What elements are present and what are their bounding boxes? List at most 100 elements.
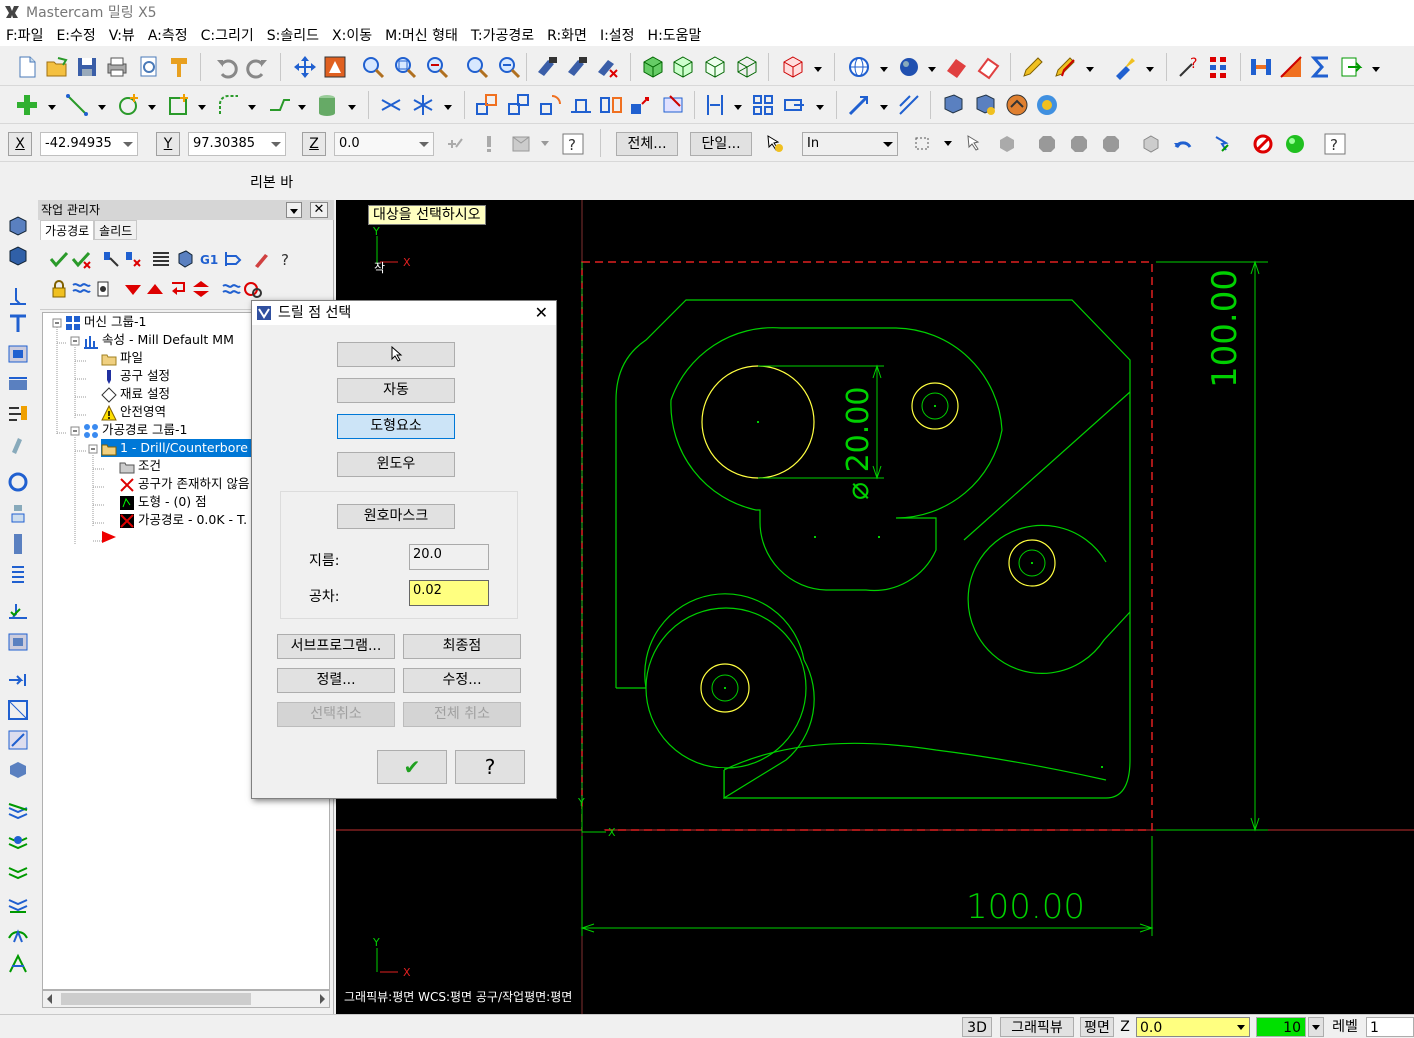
post-ops-icon[interactable]: G1 [198, 248, 220, 270]
create-fillet-icon[interactable] [216, 92, 242, 118]
cancel-circle-icon[interactable] [1252, 133, 1274, 155]
menu-create[interactable]: C:그리기 [201, 25, 254, 45]
create-circle-dropdown[interactable] [148, 105, 156, 110]
tree-item-toolpath[interactable]: 가공경로 - 0.0K - T. [119, 511, 247, 529]
menu-xform[interactable]: X:이동 [332, 25, 372, 45]
y-coordinate-input[interactable]: 97.30385 [188, 132, 286, 156]
exclamation-icon[interactable] [478, 133, 500, 155]
tree-scroll-thumb[interactable] [61, 993, 251, 1005]
create-line-dropdown[interactable] [98, 105, 106, 110]
filter-icon[interactable] [242, 278, 264, 300]
create-chamfer-icon[interactable] [266, 92, 292, 118]
drill-icon[interactable] [6, 312, 30, 336]
tree-item-properties[interactable]: 속성 - Mill Default MM [83, 331, 234, 349]
regen-icon[interactable] [564, 54, 590, 80]
select-single-button[interactable]: 단일... [690, 132, 752, 156]
pocket-icon[interactable] [6, 342, 30, 366]
ops-manager-close-icon[interactable]: ✕ [310, 202, 328, 218]
back-select-icon[interactable] [1140, 133, 1162, 155]
wire-cube-icon[interactable] [670, 54, 696, 80]
break-icon[interactable] [410, 92, 436, 118]
tolerance-input[interactable]: 0.02 [409, 580, 489, 606]
save-icon[interactable] [74, 54, 100, 80]
help-query-icon[interactable]: ? [1176, 54, 1202, 80]
regen-dirty-icon[interactable] [122, 248, 144, 270]
pencil-dropdown[interactable] [1086, 67, 1094, 72]
backplot-icon[interactable] [1278, 54, 1304, 80]
arc-mask-button[interactable]: 원호마스크 [337, 504, 455, 529]
create-rectangle-icon[interactable] [166, 92, 192, 118]
unzoom-icon[interactable] [424, 54, 450, 80]
align-icon[interactable] [702, 92, 728, 118]
xform-translate-icon[interactable] [474, 92, 500, 118]
multi-pencil-icon[interactable] [1052, 54, 1078, 80]
toggle-post-icon[interactable] [92, 278, 114, 300]
tree-item-tool-settings[interactable]: 공구 설정 [101, 367, 170, 385]
create-circle-icon[interactable] [116, 92, 142, 118]
help-icon[interactable]: ? [562, 133, 584, 155]
undo-all-button[interactable]: 전체 취소 [403, 702, 521, 727]
tab-solids[interactable]: 솔리드 [94, 220, 138, 240]
zoom-window-icon[interactable] [360, 54, 386, 80]
open-file-icon[interactable] [44, 54, 70, 80]
select-dirty-ops-icon[interactable] [70, 248, 92, 270]
tree-item-safety-zone[interactable]: 안전영역 [101, 403, 166, 421]
hammer-icon[interactable] [166, 54, 192, 80]
entities-button[interactable]: 도형요소 [337, 414, 455, 439]
multiaxis-4-icon[interactable] [6, 892, 30, 916]
multiaxis-6-icon[interactable] [6, 952, 30, 976]
tree-item-files[interactable]: 파일 [101, 349, 143, 367]
sigma-icon[interactable] [1308, 54, 1334, 80]
window-points-button[interactable]: 윈도우 [337, 452, 455, 477]
toolpath-verify-icon[interactable] [972, 92, 998, 118]
thread-icon[interactable] [6, 502, 30, 526]
y-label[interactable]: Y [156, 132, 180, 156]
redraw-icon[interactable] [534, 54, 560, 80]
z-coordinate-input[interactable]: 0.0 [334, 132, 434, 156]
tree-item-machine-group[interactable]: 머신 그룹-1 [65, 313, 146, 331]
outline-cube-icon[interactable] [734, 54, 760, 80]
backplot-ops-icon[interactable] [150, 248, 172, 270]
selection-mode-select[interactable]: In [802, 132, 898, 156]
insert-arrow-icon[interactable] [168, 278, 190, 300]
grid-icon[interactable] [750, 92, 776, 118]
level-input[interactable]: 1 [1366, 1017, 1414, 1037]
stretch-dropdown[interactable] [816, 105, 824, 110]
z-label[interactable]: Z [302, 132, 326, 156]
auto-button[interactable]: 자동 [337, 378, 455, 403]
highfeed-icon[interactable] [222, 248, 244, 270]
view-cube-icon[interactable] [780, 54, 806, 80]
zoom-prev-icon[interactable] [464, 54, 490, 80]
verify-ops-icon[interactable] [174, 248, 196, 270]
ops-help-icon[interactable]: ? [276, 248, 298, 270]
engraving-icon[interactable] [6, 432, 30, 456]
xform-project-icon[interactable] [660, 92, 686, 118]
normal-dropdown[interactable] [880, 105, 888, 110]
print-preview-icon[interactable] [136, 54, 162, 80]
probe-icon[interactable] [1112, 54, 1138, 80]
wireframe-op-icon[interactable] [6, 758, 30, 782]
help-select-icon[interactable]: ? [1324, 133, 1346, 155]
menu-help[interactable]: H:도움말 [648, 25, 702, 45]
toolpath-mgr-icon[interactable] [940, 92, 966, 118]
stock-icon[interactable] [6, 214, 30, 238]
slot-icon[interactable] [6, 402, 30, 426]
trim-icon[interactable] [378, 92, 404, 118]
zoom-target-icon[interactable] [392, 54, 418, 80]
contour-icon[interactable] [6, 284, 30, 308]
print-icon[interactable] [104, 54, 130, 80]
trim-toolpath-icon[interactable] [6, 728, 30, 752]
dialog-help-button[interactable]: ? [455, 750, 525, 784]
x-coordinate-input[interactable]: -42.94935 [40, 132, 138, 156]
nesting-icon[interactable] [6, 698, 30, 722]
diameter-input[interactable]: 20.0 [409, 544, 489, 570]
dialog-close-icon[interactable]: ✕ [535, 301, 548, 325]
post-dropdown[interactable] [1372, 67, 1380, 72]
xform-scale-icon[interactable] [568, 92, 594, 118]
eraser-outline-icon[interactable] [976, 54, 1002, 80]
solid-dropdown[interactable] [348, 105, 356, 110]
multiaxis-1-icon[interactable] [6, 800, 30, 824]
delete-ops-icon[interactable] [250, 248, 272, 270]
ok-button[interactable]: ✔ [377, 750, 447, 784]
fast-point-icon[interactable] [444, 133, 466, 155]
